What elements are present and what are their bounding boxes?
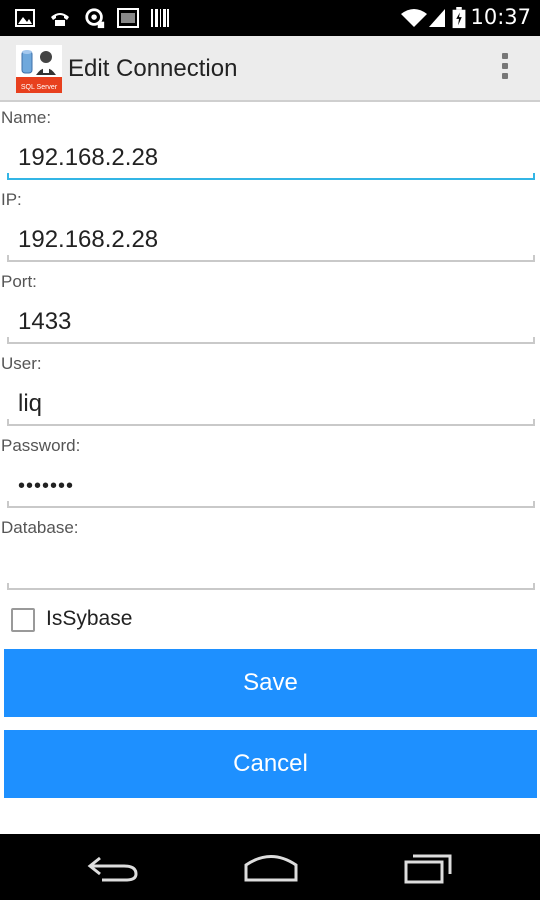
port-value: 1433 [18, 308, 72, 335]
ip-value: 192.168.2.28 [18, 226, 159, 253]
database-label: Database: [1, 518, 79, 537]
port-label: Port: [1, 272, 37, 291]
cancel-button[interactable]: Cancel [4, 730, 537, 798]
app-icon: SQL Server [16, 45, 62, 93]
database-field[interactable] [7, 548, 535, 590]
navigation-bar [0, 834, 540, 900]
sync-icon [85, 8, 105, 29]
issybase-checkbox[interactable] [11, 608, 35, 632]
port-field[interactable]: 1433 [7, 302, 535, 344]
voicemail-icon [51, 13, 69, 26]
password-field[interactable]: ••••••• [7, 466, 535, 508]
name-label: Name: [1, 108, 52, 127]
back-icon[interactable] [86, 850, 140, 884]
issybase-label[interactable]: IsSybase [46, 607, 132, 631]
ip-field[interactable]: 192.168.2.28 [7, 220, 535, 262]
app-icon-text: SQL Server [21, 84, 58, 91]
recent-apps-icon[interactable] [403, 850, 455, 884]
battery-icon [452, 7, 466, 29]
password-label: Password: [1, 436, 81, 455]
image-icon [15, 9, 35, 27]
status-bar: 10:37 [0, 0, 540, 36]
barcode-icon [151, 9, 169, 27]
home-icon[interactable] [243, 850, 299, 884]
user-field[interactable]: liq [7, 384, 535, 426]
save-button[interactable]: Save [4, 649, 537, 717]
sim-icon [117, 8, 139, 28]
page-title: Edit Connection [68, 55, 238, 82]
user-label: User: [1, 354, 42, 373]
password-value: ••••••• [18, 475, 75, 497]
status-time: 10:37 [470, 5, 531, 29]
wifi-icon [401, 9, 427, 27]
name-value: 192.168.2.28 [18, 144, 159, 171]
ip-label: IP: [1, 190, 22, 209]
action-bar: SQL Server Edit Connection [0, 36, 540, 102]
name-field[interactable]: 192.168.2.28 [7, 138, 535, 180]
signal-icon [429, 9, 445, 27]
user-value: liq [18, 390, 43, 417]
overflow-menu-icon[interactable] [500, 53, 510, 85]
